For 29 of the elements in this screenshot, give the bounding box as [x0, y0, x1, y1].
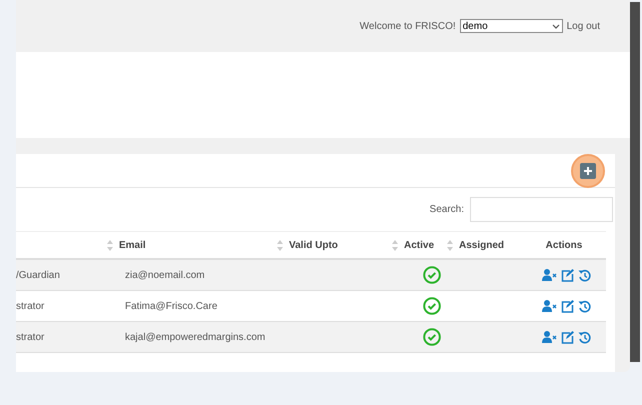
table-cell: /Guardian	[16, 270, 60, 280]
plus-icon	[583, 166, 593, 176]
edit-icon[interactable]	[560, 330, 574, 344]
welcome-text: Welcome to FRISCO!	[360, 20, 456, 34]
column-header[interactable]: Email	[119, 238, 146, 252]
remove-user-icon[interactable]	[542, 300, 556, 312]
column-header[interactable]: Actions	[546, 238, 582, 252]
table-cell: zia@noemail.com	[125, 270, 205, 280]
search-field[interactable]	[470, 197, 613, 222]
history-icon[interactable]	[578, 300, 590, 312]
remove-user-icon[interactable]	[542, 269, 556, 281]
logout-link[interactable]: Log out	[566, 18, 600, 34]
scrollbar[interactable]	[630, 2, 640, 362]
column-header[interactable]: Assigned	[459, 238, 504, 252]
caret-icon	[552, 24, 560, 28]
table-cell: Fatima@Frisco.Care	[125, 300, 218, 312]
remove-user-icon[interactable]	[542, 331, 556, 343]
add-button[interactable]	[580, 162, 596, 178]
table-cell: strator	[16, 332, 44, 342]
edit-icon[interactable]	[560, 268, 574, 282]
edit-icon[interactable]	[560, 300, 574, 312]
user-select[interactable]: demo	[460, 19, 563, 33]
history-icon[interactable]	[578, 330, 590, 344]
table-cell: strator	[16, 300, 44, 312]
table-cell: kajal@empoweredmargins.com	[125, 332, 266, 342]
search-label: Search:	[430, 203, 464, 217]
column-header[interactable]: Valid Upto	[289, 238, 338, 252]
column-header[interactable]: Active	[404, 238, 434, 252]
history-icon[interactable]	[578, 268, 590, 282]
